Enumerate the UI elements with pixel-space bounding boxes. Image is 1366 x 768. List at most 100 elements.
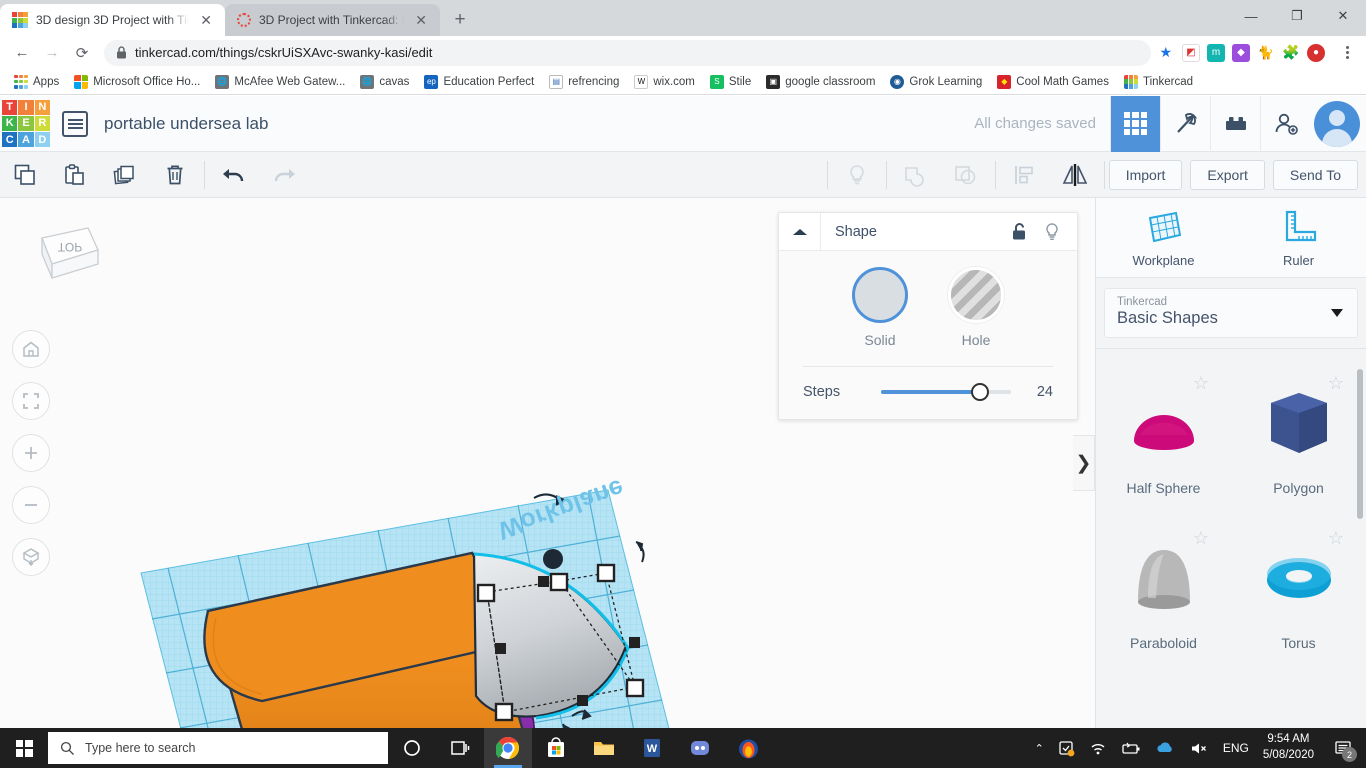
- bookmark-refrencing[interactable]: ▤ refrencing: [543, 73, 625, 91]
- bookmark-wix-com[interactable]: Wwix.com: [628, 73, 701, 91]
- back-icon[interactable]: ←: [8, 39, 36, 67]
- hole-swatch[interactable]: [948, 267, 1004, 323]
- favorite-star-icon[interactable]: ☆: [1328, 373, 1344, 394]
- favorite-star-icon[interactable]: ☆: [1193, 528, 1209, 549]
- cortana-button[interactable]: [388, 728, 436, 768]
- cloud-icon[interactable]: [1155, 741, 1175, 755]
- battery-icon[interactable]: [1121, 741, 1141, 756]
- favorite-star-icon[interactable]: ☆: [1193, 373, 1209, 394]
- address-bar[interactable]: tinkercad.com/things/cskrUiSXAvc-swanky-…: [104, 39, 1152, 66]
- word-button[interactable]: W: [628, 728, 676, 768]
- duplicate-button[interactable]: [100, 152, 150, 198]
- project-list-icon[interactable]: [62, 110, 88, 137]
- blocks-button[interactable]: [1210, 95, 1260, 152]
- bookmark-apps[interactable]: Apps: [8, 73, 65, 91]
- delete-button[interactable]: [150, 152, 200, 198]
- unlock-icon[interactable]: [1011, 222, 1029, 242]
- slider-knob[interactable]: [970, 383, 989, 401]
- browser-tab-1[interactable]: 3D design 3D Project with Tinker ✕: [0, 4, 225, 36]
- taskbar-clock[interactable]: 9:54 AM 5/08/2020: [1263, 732, 1314, 763]
- hole-option[interactable]: Hole: [948, 267, 1004, 348]
- shape-item-torus[interactable]: ☆ Torus: [1231, 518, 1366, 673]
- start-button[interactable]: [0, 728, 48, 768]
- shape-list[interactable]: ☆ Half Sphere ☆ Polygon ☆ Paraboloid ☆ Torus: [1096, 348, 1366, 693]
- lightbulb-icon[interactable]: [1043, 222, 1061, 242]
- browser-tab-2[interactable]: 3D Project with Tinkercad: DIGITA ✕: [225, 4, 440, 36]
- tinkercad-logo-icon[interactable]: TINKERCAD: [2, 99, 50, 148]
- bookmark-stile[interactable]: S Stile: [704, 73, 757, 91]
- taskbar-search-input[interactable]: Type here to search: [48, 732, 388, 764]
- close-window-button[interactable]: ✕: [1320, 0, 1366, 32]
- bookmark-star-icon[interactable]: ★: [1159, 44, 1172, 61]
- bookmark-tinkercad[interactable]: Tinkercad: [1118, 73, 1199, 91]
- m-extension-icon[interactable]: m: [1207, 43, 1225, 62]
- task-view-button[interactable]: [436, 728, 484, 768]
- fit-view-button[interactable]: [12, 382, 50, 420]
- redo-button[interactable]: [259, 152, 309, 198]
- page-title[interactable]: portable undersea lab: [104, 114, 268, 134]
- bookmark-cavas[interactable]: 🌐 cavas: [354, 73, 415, 91]
- bookmark-education-perfect[interactable]: ep Education Perfect: [418, 73, 540, 91]
- copy-button[interactable]: [0, 152, 50, 198]
- bookmark-google-classroom[interactable]: ▣ google classroom: [760, 73, 881, 91]
- forward-icon[interactable]: →: [38, 39, 66, 67]
- close-icon[interactable]: ✕: [197, 11, 215, 29]
- discord-button[interactable]: [676, 728, 724, 768]
- grid-view-button[interactable]: [1110, 95, 1160, 152]
- import-button[interactable]: Import: [1108, 159, 1183, 190]
- file-explorer-button[interactable]: [580, 728, 628, 768]
- ungroup-button[interactable]: [941, 152, 991, 198]
- chrome-button[interactable]: [484, 728, 532, 768]
- chrome-menu-icon[interactable]: [1336, 40, 1358, 66]
- wifi-icon[interactable]: [1089, 741, 1107, 756]
- sidebar-scrollbar[interactable]: [1357, 369, 1363, 519]
- bookmark-grok-learning[interactable]: ◉ Grok Learning: [884, 73, 988, 91]
- new-tab-button[interactable]: +: [446, 6, 474, 34]
- collapse-panel-button[interactable]: [779, 212, 821, 251]
- minimize-button[interactable]: —: [1228, 0, 1274, 32]
- shape-item-paraboloid[interactable]: ☆ Paraboloid: [1096, 518, 1231, 673]
- bookmark-cool-math-games[interactable]: ◆ Cool Math Games: [991, 73, 1115, 91]
- close-icon[interactable]: ✕: [412, 11, 430, 29]
- workplane-tool[interactable]: Workplane: [1096, 198, 1231, 277]
- invite-button[interactable]: [1260, 95, 1310, 152]
- expand-panel-button[interactable]: ❯: [1073, 435, 1095, 491]
- avatar[interactable]: [1314, 100, 1360, 147]
- codeblocks-button[interactable]: [1160, 95, 1210, 152]
- light-button[interactable]: [832, 152, 882, 198]
- onedrive-alert-icon[interactable]: [1058, 740, 1075, 757]
- export-button[interactable]: Export: [1190, 159, 1265, 190]
- favorite-star-icon[interactable]: ☆: [1328, 528, 1344, 549]
- solid-option[interactable]: Solid: [852, 267, 908, 348]
- view-cube[interactable]: TOP: [30, 220, 100, 290]
- speaker-muted-icon[interactable]: [1189, 741, 1209, 756]
- shield-extension-icon[interactable]: ◩: [1182, 43, 1200, 62]
- reload-icon[interactable]: ⟳: [68, 39, 96, 67]
- firefox-button[interactable]: [724, 728, 772, 768]
- undo-button[interactable]: [209, 152, 259, 198]
- cat-extension-icon[interactable]: 🐈: [1257, 44, 1275, 62]
- paste-button[interactable]: [50, 152, 100, 198]
- language-indicator[interactable]: ENG: [1223, 741, 1249, 755]
- puzzle-extension-icon[interactable]: 🧩: [1282, 44, 1300, 62]
- show-hidden-icons[interactable]: ⌃: [1035, 742, 1044, 755]
- solid-swatch[interactable]: [852, 267, 908, 323]
- notifications-button[interactable]: 2: [1328, 728, 1358, 768]
- ruler-tool[interactable]: Ruler: [1231, 198, 1366, 277]
- purple-cube-extension-icon[interactable]: ◆: [1232, 43, 1250, 62]
- bookmark-microsoft-office-ho[interactable]: Microsoft Office Ho...: [68, 73, 206, 91]
- shape-item-polygon[interactable]: ☆ Polygon: [1231, 363, 1366, 518]
- bookmark-mcafee-web-gatew[interactable]: 🌐 McAfee Web Gatew...: [209, 73, 351, 91]
- home-view-button[interactable]: [12, 330, 50, 368]
- zoom-in-button[interactable]: [12, 434, 50, 472]
- shape-library-select[interactable]: Tinkercad Basic Shapes: [1104, 288, 1358, 338]
- maximize-button[interactable]: ❐: [1274, 0, 1320, 32]
- mirror-button[interactable]: [1050, 152, 1100, 198]
- shape-item-half-sphere[interactable]: ☆ Half Sphere: [1096, 363, 1231, 518]
- profile-extension-icon[interactable]: ●: [1307, 43, 1325, 62]
- microsoft-store-button[interactable]: [532, 728, 580, 768]
- zoom-out-button[interactable]: [12, 486, 50, 524]
- align-button[interactable]: [1000, 152, 1050, 198]
- ortho-perspective-button[interactable]: [12, 538, 50, 576]
- send-to-button[interactable]: Send To: [1272, 159, 1358, 190]
